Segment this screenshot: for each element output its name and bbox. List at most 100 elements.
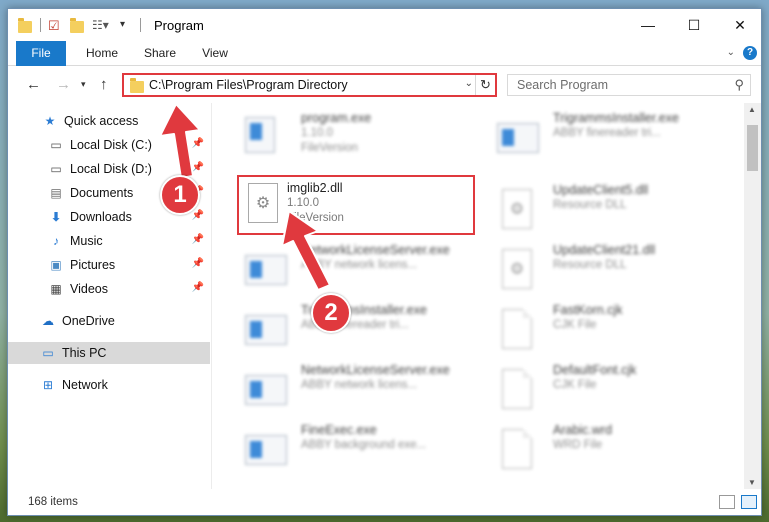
file-description: ABBY background exe... — [301, 439, 427, 451]
address-path[interactable]: C:\Program Files\Program Directory — [149, 78, 348, 92]
sidebar-item-label: Local Disk (C:) — [70, 138, 152, 152]
file-tile[interactable]: NetworkLicenseServer.exe ABBY network li… — [219, 239, 459, 299]
help-icon[interactable]: ? — [743, 46, 757, 60]
sidebar-item-this-pc[interactable]: ▭ This PC — [8, 342, 210, 364]
address-dropdown-icon[interactable]: ⌄ — [465, 78, 473, 89]
file-name: FineExec.exe — [301, 423, 377, 437]
sidebar-item-quick-access[interactable]: ★ Quick access — [8, 110, 210, 132]
document-file-icon — [497, 429, 537, 469]
pictures-icon: ▣ — [50, 258, 62, 272]
file-name: DefaultFont.cjk — [553, 363, 637, 377]
quick-access-dropdown-icon[interactable]: ▾ — [120, 19, 125, 30]
item-count: 168 items — [28, 496, 78, 508]
computer-icon: ▭ — [42, 346, 54, 360]
star-icon: ★ — [44, 114, 56, 128]
search-input[interactable]: Search Program ⚲ — [507, 74, 751, 96]
file-description: WRD File — [553, 439, 603, 451]
sidebar-item-pictures[interactable]: ▣ Pictures 📌 — [8, 254, 210, 276]
details-view-icon[interactable] — [719, 495, 735, 509]
minimize-button[interactable]: — — [625, 9, 671, 41]
file-description: Resource DLL — [553, 199, 627, 211]
sidebar-item-label: OneDrive — [62, 314, 115, 328]
file-explorer-window: ☑ ☷▾ ▾ Program — ☐ ✕ File Home Share Vie… — [7, 8, 762, 516]
file-version: 1.10.0 — [301, 127, 333, 139]
up-arrow-icon[interactable]: ↑ — [100, 76, 108, 93]
forward-arrow-icon[interactable]: → — [56, 76, 71, 93]
documents-icon: ▤ — [50, 186, 62, 200]
folder-icon — [18, 18, 32, 33]
pin-icon: 📌 — [191, 234, 204, 245]
refresh-icon[interactable]: ↻ — [475, 75, 495, 95]
exe-file-icon — [245, 429, 287, 469]
folder-icon — [130, 78, 144, 93]
pin-icon: 📌 — [191, 162, 204, 173]
file-tile-imglib2[interactable]: ⚙ imglib2.dll 1.10.0 FileVersion — [237, 175, 475, 235]
file-tile[interactable]: ⚙ UpdateClient21.dll Resource DLL — [471, 239, 711, 299]
properties-icon[interactable]: ☑ — [48, 18, 60, 34]
exe-file-icon — [245, 369, 287, 409]
videos-icon: ▦ — [50, 282, 62, 296]
file-tile[interactable]: DefaultFont.cjk CJK File — [471, 359, 711, 419]
file-name: TrigrammsInstaller.exe — [553, 111, 679, 125]
exe-file-icon — [497, 117, 539, 157]
dll-file-icon: ⚙ — [243, 183, 283, 223]
address-bar[interactable]: C:\Program Files\Program Directory ⌄ ↻ — [122, 73, 497, 97]
file-description: CJK File — [553, 379, 597, 391]
pin-icon: 📌 — [191, 282, 204, 293]
recent-locations-icon[interactable]: ▾ — [81, 79, 86, 90]
tab-file[interactable]: File — [16, 41, 66, 66]
document-file-icon — [497, 309, 537, 349]
sidebar-item-videos[interactable]: ▦ Videos 📌 — [8, 278, 210, 300]
expand-ribbon-icon[interactable]: ⌄ — [727, 47, 735, 58]
customize-toolbar-icon[interactable]: ☷▾ — [92, 18, 109, 32]
file-name: imglib2.dll — [287, 181, 343, 195]
file-tile[interactable]: FineExec.exe ABBY background exe... — [219, 419, 459, 479]
sidebar-item-label: Pictures — [70, 258, 116, 272]
file-description: CJK File — [553, 319, 597, 331]
pin-icon: 📌 — [191, 138, 204, 149]
ribbon-tabs: File Home Share View ⌄ ? — [8, 41, 761, 66]
status-bar: 168 items — [8, 489, 761, 515]
vertical-scrollbar[interactable]: ▲ ▼ — [744, 103, 761, 489]
search-icon[interactable]: ⚲ — [734, 77, 744, 93]
tab-share[interactable]: Share — [136, 41, 184, 66]
sidebar-item-music[interactable]: ♪ Music 📌 — [8, 230, 210, 252]
drive-icon: ▭ — [50, 138, 62, 152]
scroll-down-icon[interactable]: ▼ — [748, 478, 756, 487]
sidebar-item-label: Local Disk (D:) — [70, 162, 152, 176]
sidebar-item-label: Videos — [70, 282, 108, 296]
file-description: Resource DLL — [553, 259, 627, 271]
file-tile[interactable]: FastKorn.cjk CJK File — [471, 299, 711, 359]
file-tile[interactable]: TrigrammsInstaller.exe ABBY finereader t… — [471, 107, 711, 167]
network-icon: ⊞ — [42, 378, 54, 392]
file-name: UpdateClient5.dll — [553, 183, 649, 197]
tab-home[interactable]: Home — [78, 41, 126, 66]
scroll-thumb[interactable] — [747, 125, 758, 171]
navigation-bar: ← → ▾ ↑ C:\Program Files\Program Directo… — [8, 67, 761, 102]
dll-file-icon: ⚙ — [497, 249, 537, 289]
music-icon: ♪ — [53, 234, 59, 248]
file-tile[interactable]: Arabic.wrd WRD File — [471, 419, 711, 479]
sidebar-item-network[interactable]: ⊞ Network — [8, 374, 210, 396]
close-button[interactable]: ✕ — [717, 9, 761, 41]
file-tile[interactable]: ⚙ UpdateClient5.dll Resource DLL — [471, 179, 711, 239]
back-arrow-icon[interactable]: ← — [26, 76, 41, 93]
tab-view[interactable]: View — [194, 41, 236, 66]
file-name: NetworkLicenseServer.exe — [301, 243, 450, 257]
scroll-up-icon[interactable]: ▲ — [748, 105, 756, 114]
sidebar-item-label: Downloads — [70, 210, 132, 224]
file-description: ABBY finereader tri... — [553, 127, 661, 139]
sidebar-item-local-disk-c[interactable]: ▭ Local Disk (C:) 📌 — [8, 134, 210, 156]
exe-file-icon — [245, 309, 287, 349]
new-folder-icon[interactable] — [70, 18, 84, 33]
file-description: FileVersion — [287, 212, 344, 224]
file-tile[interactable]: NetworkLicenseServer.exe ABBY network li… — [219, 359, 459, 419]
window-title: Program — [154, 18, 204, 33]
cloud-icon: ☁ — [42, 314, 54, 328]
sidebar-item-onedrive[interactable]: ☁ OneDrive — [8, 310, 210, 332]
large-icons-view-icon[interactable] — [741, 495, 757, 509]
sidebar-item-label: This PC — [62, 346, 107, 360]
maximize-button[interactable]: ☐ — [671, 9, 717, 41]
file-name: FastKorn.cjk — [553, 303, 623, 317]
file-tile[interactable]: program.exe 1.10.0 FileVersion — [219, 107, 459, 167]
